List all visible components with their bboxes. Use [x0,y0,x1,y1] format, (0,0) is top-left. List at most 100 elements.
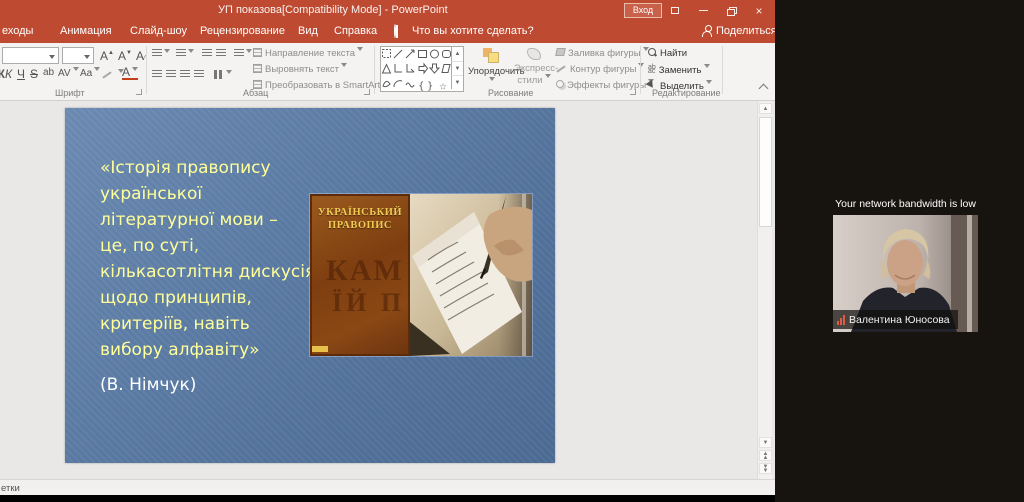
highlight-pen-button[interactable] [102,67,124,81]
close-button[interactable]: × [746,0,772,21]
text-direction-button[interactable]: Направление текста [253,47,363,59]
paragraph-dialog-launcher[interactable] [364,89,370,95]
quote-line: щодо принципів, [100,285,315,311]
numbering-icon [176,49,186,58]
drawing-dialog-launcher[interactable] [630,89,636,95]
font-group-label: Шрифт [55,88,85,98]
group-divider [374,46,375,94]
font-name-combo[interactable] [2,47,59,64]
find-label: Найти [660,48,687,59]
align-right-button[interactable] [180,70,190,82]
sign-in-button[interactable]: Вход [624,3,662,18]
numbering-button[interactable] [176,49,194,61]
gallery-down-arrow[interactable]: ▼ [451,61,463,75]
decrease-indent-button[interactable] [202,49,212,61]
scroll-down-button[interactable]: ▼ [759,437,772,448]
tell-me-box[interactable]: Что вы хотите сделать? [412,25,534,37]
quote-line: кількасотлітня дискусія [100,259,315,285]
svg-text:{: { [418,81,424,91]
minimize-button[interactable] [690,0,716,21]
character-spacing-button[interactable]: AV [58,67,79,79]
paragraph-group-label: Абзац [243,88,268,98]
person-icon [702,25,712,37]
font-color-button[interactable]: А [122,67,138,80]
align-left-icon [152,70,162,79]
italic-button[interactable]: К [5,67,12,81]
slide-picture[interactable]: УКРАЇНСЬКИЙ ПРАВОПИС КАМ ЇЙ П [310,194,532,356]
align-center-icon [166,70,176,79]
grow-font-button[interactable]: А▲ [100,49,114,63]
columns-button[interactable] [214,70,232,82]
text-shadow-button[interactable]: ab [43,67,54,78]
quick-styles-button[interactable]: Экспресс- стили [514,48,554,86]
replace-button[interactable]: abacЗаменить [648,64,710,76]
align-text-button[interactable]: Выровнять текст [253,63,347,75]
arrange-icon [483,48,499,62]
quick-styles-label-2: стили [514,74,554,86]
quick-styles-label-1: Экспресс- [514,63,554,74]
arrange-label: Упорядочить [468,66,514,89]
arrange-button[interactable]: Упорядочить [468,48,514,89]
gallery-up-arrow[interactable]: ▲ [451,47,463,61]
ribbon: А▲ А▼ А⁄ Ж К Ч S ab AV Aa А Шрифт Направ… [0,43,775,101]
gallery-more-arrow[interactable]: ▼ [451,75,463,89]
tab-transitions-partial[interactable]: еходы [2,25,33,37]
font-size-combo[interactable] [62,47,94,64]
shrink-font-button[interactable]: А▼ [118,49,132,63]
lightbulb-icon [394,25,406,39]
ribbon-display-options-button[interactable] [662,0,688,21]
strikethrough-button[interactable]: S [30,67,38,81]
title-bar: УП показова[Compatibility Mode] - PowerP… [0,0,775,21]
justify-button[interactable] [194,70,204,82]
ribbon-tab-bar: еходы Анимация Слайд-шоу Рецензирование … [0,21,775,43]
participant-video[interactable]: Валентина Юносова [833,215,978,332]
quick-styles-icon [527,48,541,60]
participant-nameplate: Валентина Юносова [833,310,958,329]
group-divider [146,46,147,94]
search-icon [648,48,657,57]
effects-icon [556,80,564,88]
quote-line: критеріїв, навіть [100,311,315,337]
change-case-button[interactable]: Aa [80,67,100,79]
align-right-icon [180,70,190,79]
line-spacing-button[interactable] [234,49,252,61]
window-title: УП показова[Compatibility Mode] - PowerP… [218,4,448,16]
shape-fill-button[interactable]: Заливка фигуры [556,47,649,59]
align-left-button[interactable] [152,70,162,82]
share-button[interactable]: Поделиться [702,25,775,37]
collapse-ribbon-button[interactable] [760,85,767,92]
tab-animations[interactable]: Анимация [60,25,112,37]
tab-slideshow[interactable]: Слайд-шоу [130,25,187,37]
decrease-indent-icon [202,49,212,58]
svg-text:}: } [427,81,433,91]
slide-quote-textbox[interactable]: «Історія правопису української літератур… [100,155,315,398]
increase-indent-button[interactable] [216,49,226,61]
underline-button[interactable]: Ч [17,67,25,81]
justify-icon [194,70,204,79]
book-watermark: КАМ [326,254,404,288]
scrollbar-thumb[interactable] [759,117,772,227]
tab-view[interactable]: Вид [298,25,318,37]
tab-help[interactable]: Справка [334,25,377,37]
tab-review[interactable]: Рецензирование [200,25,285,37]
slide-canvas[interactable]: «Історія правопису української літератур… [65,108,555,463]
bullets-button[interactable] [152,49,170,61]
align-center-button[interactable] [166,70,176,82]
font-dialog-launcher[interactable] [136,89,142,95]
next-slide-button[interactable]: ▼ ▼ [759,463,772,474]
shape-outline-button[interactable]: Контур фигуры [556,63,644,75]
shapes-gallery[interactable]: { } ☆ ▲ ▼ ▼ [380,46,464,92]
chevron-up-icon [759,84,769,94]
network-signal-icon [837,315,845,325]
notes-button[interactable]: етки [1,483,20,494]
scroll-up-button[interactable]: ▲ [759,103,772,114]
find-button[interactable]: Найти [648,48,687,59]
quote-line: літературної мови – [100,207,315,233]
previous-slide-button[interactable]: ▲ ▲ [759,450,772,461]
restore-button[interactable] [718,0,744,21]
quote-attribution: (В. Німчук) [100,372,315,398]
vertical-scrollbar[interactable]: ▲ ▼ ▲ ▲ ▼ ▼ [757,101,772,479]
handwriting-photo [410,194,532,356]
shape-fill-label: Заливка фигуры [568,48,641,59]
clear-formatting-button[interactable]: А⁄ [136,49,145,63]
